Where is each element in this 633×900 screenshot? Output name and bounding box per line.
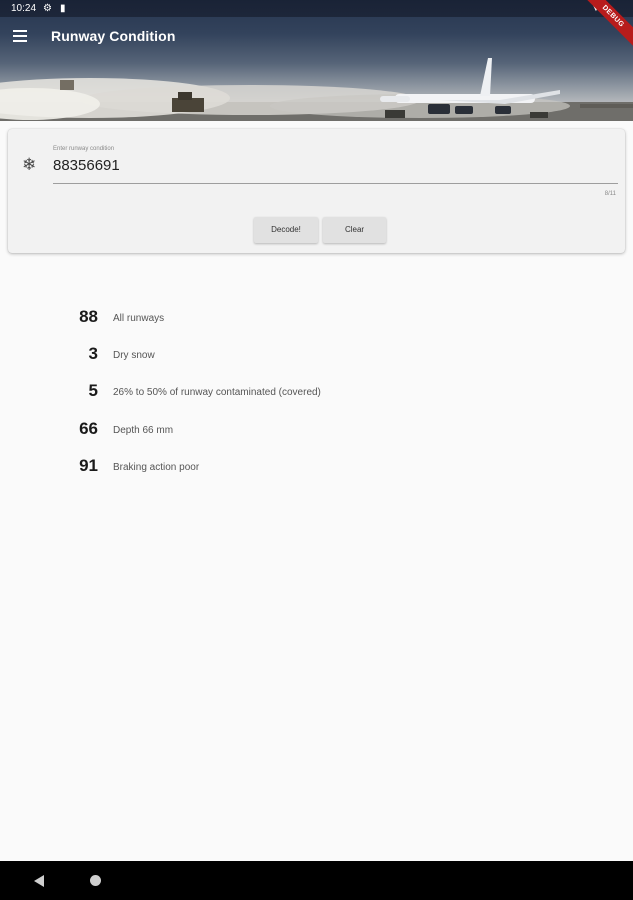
clear-button[interactable]: Clear	[323, 217, 386, 243]
list-item: 3 Dry snow	[0, 342, 600, 370]
result-description: Braking action poor	[113, 462, 200, 473]
input-underline	[53, 183, 618, 184]
status-time: 10:24	[11, 3, 37, 14]
menu-icon[interactable]	[10, 27, 30, 47]
result-description: All runways	[113, 313, 165, 324]
runway-scene-image	[0, 58, 633, 121]
result-description: Depth 66 mm	[113, 425, 174, 436]
result-code: 3	[88, 344, 98, 363]
header-banner: 10:24 ⚙ ▮ ▼ ▮ Runway Condition DEBUG	[0, 0, 633, 121]
decode-button[interactable]: Decode!	[254, 217, 318, 243]
list-item: 5 26% to 50% of runway contaminated (cov…	[0, 379, 600, 407]
back-icon[interactable]	[34, 875, 44, 887]
page-title: Runway Condition	[51, 28, 176, 44]
list-item: 66 Depth 66 mm	[0, 417, 600, 445]
navigation-bar	[0, 861, 633, 900]
home-icon[interactable]	[90, 875, 101, 886]
runway-condition-input[interactable]	[53, 154, 618, 176]
status-bar: 10:24 ⚙ ▮ ▼ ▮	[0, 0, 633, 17]
result-description: Dry snow	[113, 350, 155, 361]
result-code: 5	[88, 381, 98, 400]
input-card: ❄ Enter runway condition 8/11 Decode! Cl…	[8, 129, 625, 253]
list-item: 88 All runways	[0, 305, 600, 333]
result-code: 91	[79, 456, 98, 475]
list-item: 91 Braking action poor	[0, 454, 600, 482]
snowflake-icon: ❄	[22, 155, 37, 174]
result-description: 26% to 50% of runway contaminated (cover…	[113, 387, 321, 398]
sim-card-icon: ▮	[60, 3, 66, 14]
result-code: 66	[79, 419, 98, 438]
result-code: 88	[79, 307, 98, 326]
runway-condition-label: Enter runway condition	[53, 146, 115, 152]
character-counter: 8/11	[604, 191, 616, 197]
gear-icon: ⚙	[43, 3, 52, 14]
